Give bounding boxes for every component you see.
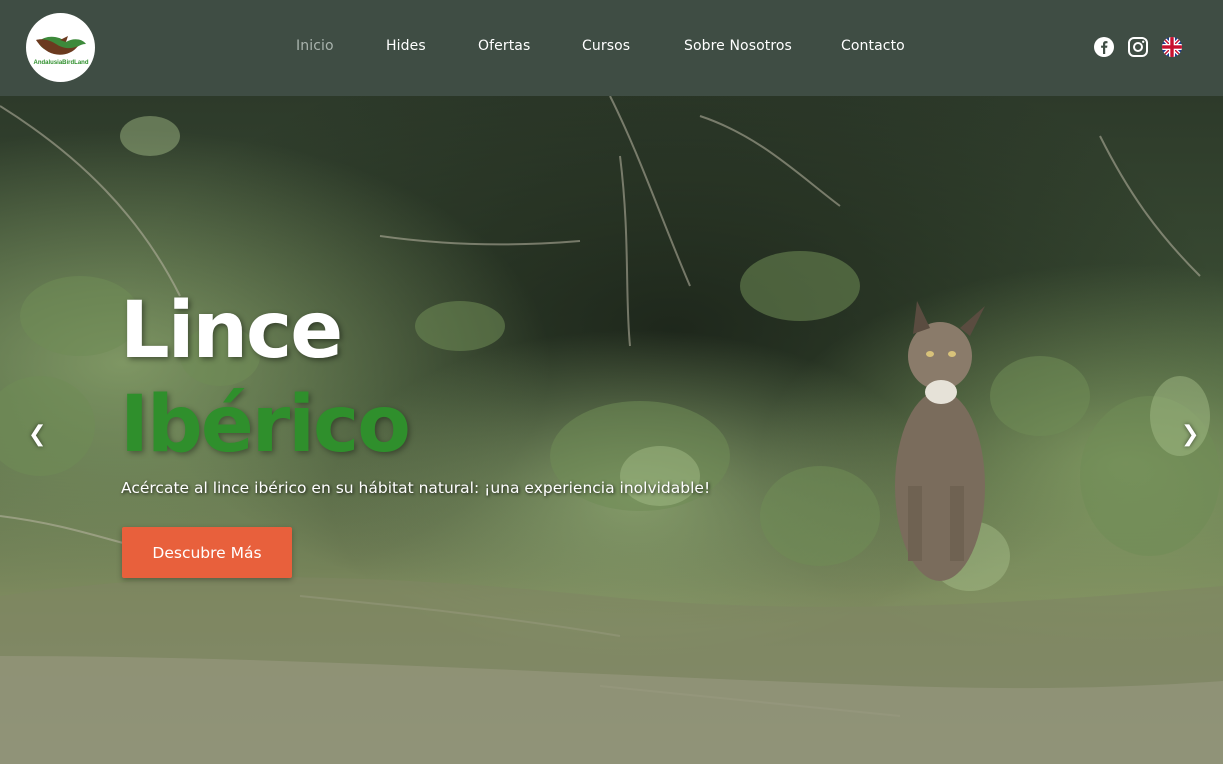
nav-sobre-nosotros[interactable]: Sobre Nosotros bbox=[684, 38, 792, 54]
nav-contacto[interactable]: Contacto bbox=[841, 38, 905, 54]
instagram-icon[interactable] bbox=[1127, 36, 1149, 58]
uk-flag-icon[interactable] bbox=[1161, 36, 1183, 58]
nav-cursos[interactable]: Cursos bbox=[582, 38, 630, 54]
hero-subtitle: Acércate al lince ibérico en su hábitat … bbox=[121, 479, 711, 497]
prev-slide-arrow-icon[interactable]: ❮ bbox=[28, 422, 46, 447]
hero-slider: Lince Ibérico Acércate al lince ibérico … bbox=[0, 96, 1223, 764]
nav-ofertas[interactable]: Ofertas bbox=[478, 38, 530, 54]
hero-title-line1: Lince bbox=[120, 286, 343, 376]
hero-title-line2: Ibérico bbox=[120, 380, 411, 470]
nav-hides[interactable]: Hides bbox=[386, 38, 426, 54]
main-nav: Inicio Hides Ofertas Cursos Sobre Nosotr… bbox=[0, 0, 1223, 96]
nav-inicio[interactable]: Inicio bbox=[296, 38, 334, 54]
descubre-mas-button[interactable]: Descubre Más bbox=[122, 527, 292, 578]
next-slide-arrow-icon[interactable]: ❯ bbox=[1181, 422, 1199, 447]
facebook-icon[interactable] bbox=[1093, 36, 1115, 58]
site-header: AndalusiaBirdLand Inicio Hides Ofertas C… bbox=[0, 0, 1223, 96]
